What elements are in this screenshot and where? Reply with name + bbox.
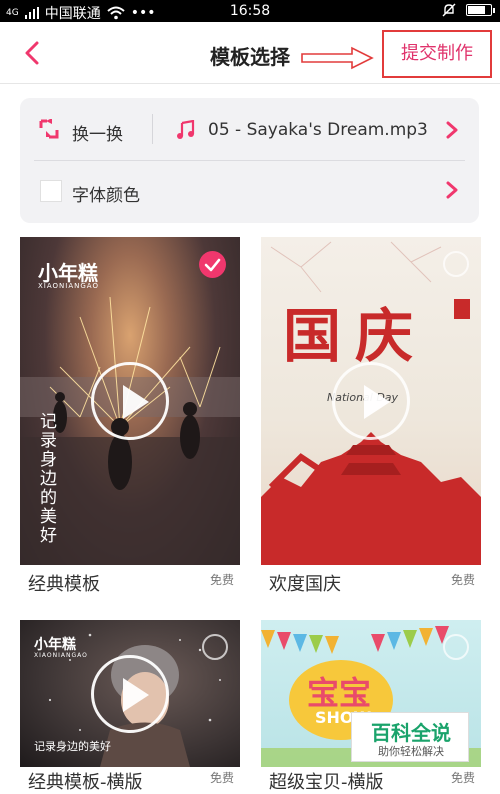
watermark: 百科全说 助你轻松解决 — [351, 712, 469, 762]
music-name[interactable]: 05 - Sayaka's Dream.mp3 — [208, 120, 428, 140]
free-badge: 免费 — [450, 573, 475, 587]
chevron-right-icon[interactable] — [445, 120, 459, 140]
shuffle-icon[interactable] — [38, 119, 60, 139]
mute-bell-icon — [442, 3, 456, 17]
template-thumbnail[interactable]: 小年糕 XIAONIANGAO 记录身边的美好 — [20, 237, 240, 565]
play-icon[interactable] — [91, 362, 169, 440]
free-badge: 免费 — [209, 573, 234, 587]
template-thumbnail[interactable]: 国庆 National Day — [261, 237, 481, 565]
template-card[interactable]: 国庆 National Day 欢度国庆 免费 — [261, 237, 481, 595]
select-circle[interactable] — [443, 634, 469, 660]
music-note-icon — [177, 120, 195, 139]
music-row: 换一换 05 - Sayaka's Dream.mp3 — [20, 98, 479, 160]
template-title: 超级宝贝-横版 — [269, 772, 384, 793]
play-icon[interactable] — [91, 655, 169, 733]
template-card[interactable]: 小年糕 XIAONIANGAO 记录身边的美好 经典模板 免费 — [20, 237, 240, 595]
chevron-right-icon[interactable] — [445, 180, 459, 200]
xiaoniangao-logo: 小年糕 — [34, 637, 76, 653]
free-badge: 免费 — [209, 771, 234, 785]
top-header: 模板选择 提交制作 — [0, 22, 500, 84]
select-circle[interactable] — [202, 634, 228, 660]
shuffle-label[interactable]: 换一换 — [72, 120, 123, 145]
select-circle[interactable] — [443, 251, 469, 277]
template-card[interactable]: 宝宝 SHOW 超级宝贝-横版 免费 — [261, 620, 481, 793]
settings-panel: 换一换 05 - Sayaka's Dream.mp3 字体颜色 — [20, 98, 479, 223]
national-day-title: 国庆 — [283, 302, 428, 370]
overlay-text: 记录身边的美好 — [34, 740, 111, 753]
logo-subtitle: XIAONIANGAO — [34, 652, 88, 659]
template-thumbnail[interactable]: 小年糕 XIAONIANGAO 记录身边的美好 — [20, 620, 240, 767]
template-title: 经典模板-横版 — [28, 772, 143, 793]
template-card[interactable]: 小年糕 XIAONIANGAO 记录身边的美好 经典模板-横版 免费 — [20, 620, 240, 793]
status-right — [442, 3, 495, 17]
template-title: 欢度国庆 — [269, 574, 341, 595]
annotation-arrow-icon — [301, 46, 374, 70]
free-badge: 免费 — [450, 771, 475, 785]
template-title: 经典模板 — [28, 574, 100, 595]
status-bar: 4G 中国联通 ••• 16:58 — [0, 0, 500, 22]
overlay-text: 记录身边的美好 — [36, 412, 56, 545]
status-time: 16:58 — [229, 3, 271, 19]
divider — [152, 114, 153, 144]
watermark-title: 百科全说 — [371, 721, 451, 745]
check-icon[interactable] — [199, 251, 226, 278]
watermark-subtitle: 助你轻松解决 — [378, 745, 444, 758]
submit-button[interactable]: 提交制作 — [382, 30, 492, 78]
battery-icon — [466, 4, 495, 16]
play-icon[interactable] — [332, 362, 410, 440]
font-color-checkbox[interactable] — [40, 180, 62, 202]
font-color-row[interactable]: 字体颜色 — [20, 160, 479, 223]
font-color-label: 字体颜色 — [72, 186, 140, 206]
logo-subtitle: XIAONIANGAO — [38, 282, 99, 290]
